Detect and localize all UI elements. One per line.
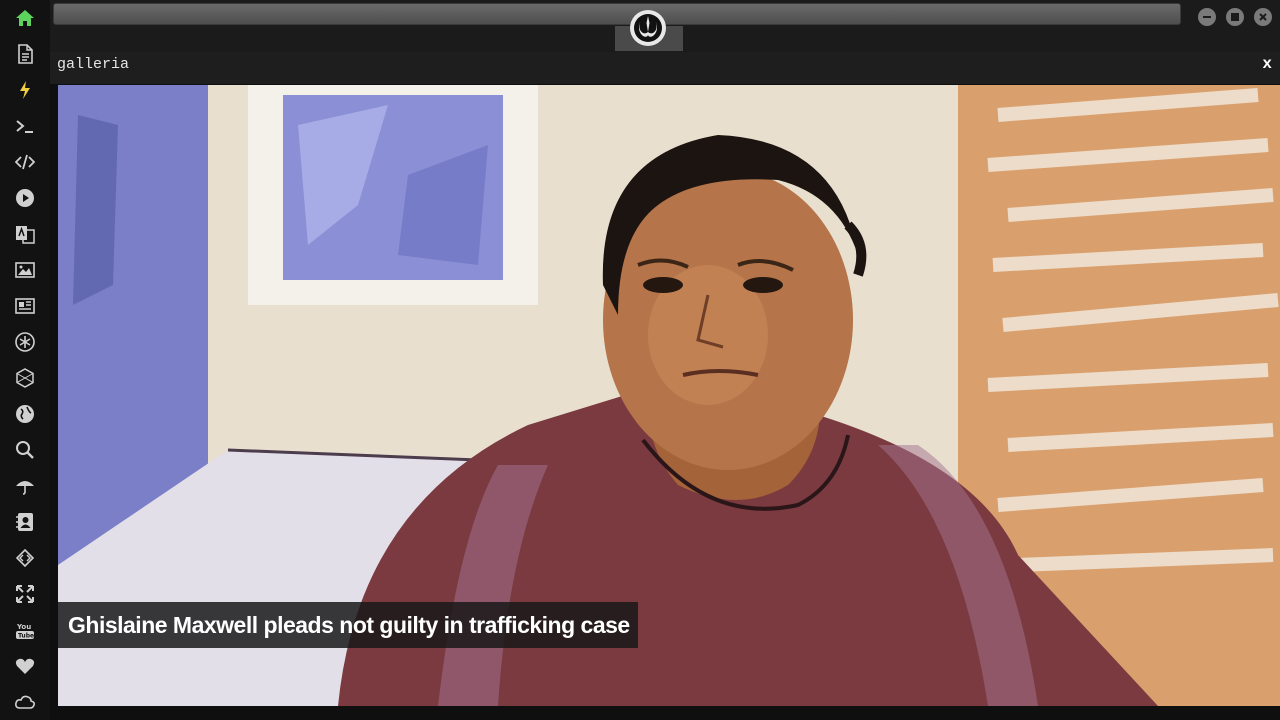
- lightning-icon[interactable]: [13, 78, 37, 102]
- image-icon[interactable]: [13, 258, 37, 282]
- maximize-icon[interactable]: [1226, 8, 1244, 26]
- umbrella-icon[interactable]: [13, 474, 37, 498]
- diamond-code-icon[interactable]: [13, 546, 37, 570]
- translate-icon[interactable]: [13, 222, 37, 246]
- hexagon-icon[interactable]: [13, 366, 37, 390]
- heart-icon[interactable]: [13, 654, 37, 678]
- bottom-strip: [50, 706, 1280, 720]
- document-icon[interactable]: [13, 42, 37, 66]
- address-bar[interactable]: [53, 3, 1181, 25]
- globe-icon[interactable]: [13, 402, 37, 426]
- contact-icon[interactable]: [13, 510, 37, 534]
- close-icon[interactable]: [1254, 8, 1272, 26]
- youtube-icon[interactable]: You Tube: [13, 618, 37, 642]
- rebel-alliance-icon[interactable]: [630, 10, 666, 46]
- svg-text:You: You: [16, 623, 31, 631]
- asterisk-icon[interactable]: [13, 330, 37, 354]
- news-icon[interactable]: [13, 294, 37, 318]
- top-bar: [50, 0, 1280, 52]
- minimize-icon[interactable]: [1198, 8, 1216, 26]
- search-icon[interactable]: [13, 438, 37, 462]
- gallery-header: galleria x: [50, 52, 1280, 84]
- image-caption: Ghislaine Maxwell pleads not guilty in t…: [58, 602, 638, 648]
- gallery-close-button[interactable]: x: [1262, 55, 1272, 73]
- expand-icon[interactable]: [13, 582, 37, 606]
- svg-text:Tube: Tube: [18, 633, 34, 640]
- code-icon[interactable]: [13, 150, 37, 174]
- cloud-icon[interactable]: [13, 690, 37, 714]
- home-icon[interactable]: [13, 6, 37, 30]
- gallery-title: galleria: [57, 56, 130, 73]
- terminal-icon[interactable]: [13, 114, 37, 138]
- sidebar: You Tube: [0, 0, 50, 720]
- play-icon[interactable]: [13, 186, 37, 210]
